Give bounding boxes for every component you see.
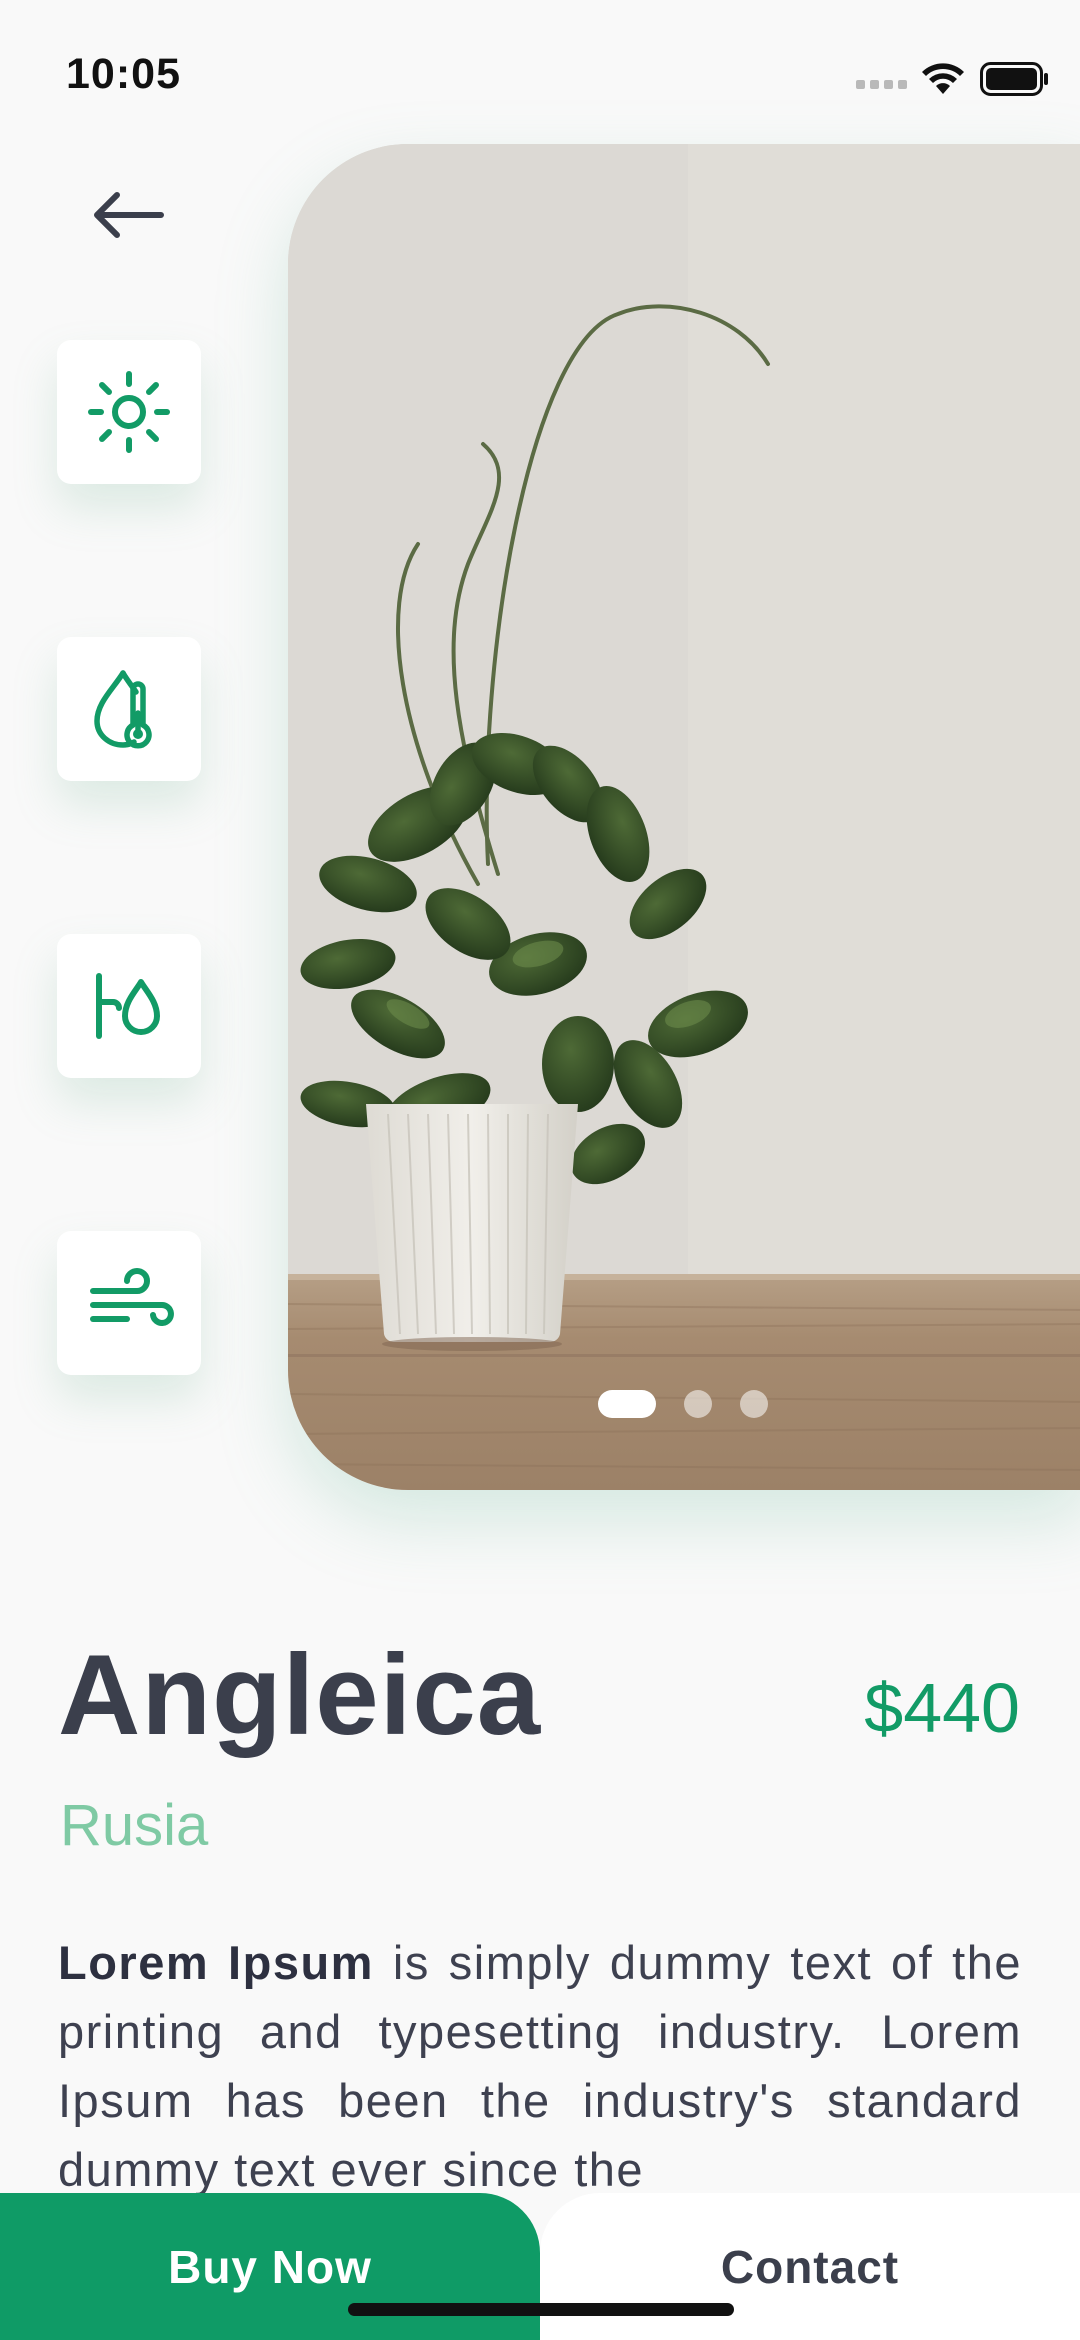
feature-card-humidity[interactable] bbox=[57, 637, 201, 781]
carousel-dot[interactable] bbox=[684, 1390, 712, 1418]
buy-now-button[interactable]: Buy Now bbox=[0, 2193, 540, 2340]
feature-card-light[interactable] bbox=[57, 340, 201, 484]
watering-icon bbox=[96, 973, 160, 1039]
description-bold: Lorem Ipsum bbox=[58, 1936, 374, 1989]
arrow-left-icon bbox=[94, 192, 164, 238]
status-time: 10:05 bbox=[66, 50, 181, 98]
carousel-dot[interactable] bbox=[740, 1390, 768, 1418]
plant-image-carousel[interactable] bbox=[288, 144, 1080, 1490]
feature-card-watering[interactable] bbox=[57, 934, 201, 1078]
plant-photo bbox=[288, 144, 1080, 1490]
signal-icon bbox=[856, 80, 907, 89]
bottom-action-bar: Buy Now Contact bbox=[0, 2193, 1080, 2340]
carousel-dot-active[interactable] bbox=[598, 1390, 656, 1418]
sun-icon bbox=[88, 371, 170, 453]
battery-icon bbox=[980, 62, 1048, 96]
back-button[interactable] bbox=[82, 180, 172, 250]
plant-price: $440 bbox=[864, 1669, 1020, 1747]
plant-name: Angleica bbox=[58, 1632, 542, 1759]
wifi-icon bbox=[922, 63, 964, 94]
plant-description: Lorem Ipsum is simply dummy text of the … bbox=[58, 1928, 1022, 2204]
plant-origin: Rusia bbox=[60, 1793, 209, 1858]
wind-icon bbox=[90, 1268, 174, 1326]
humidity-thermometer-icon bbox=[94, 670, 152, 749]
contact-button[interactable]: Contact bbox=[540, 2193, 1080, 2340]
feature-card-air[interactable] bbox=[57, 1231, 201, 1375]
carousel-indicator bbox=[598, 1390, 768, 1418]
status-bar: 10:05 bbox=[0, 0, 1080, 150]
home-indicator[interactable] bbox=[348, 2303, 734, 2316]
